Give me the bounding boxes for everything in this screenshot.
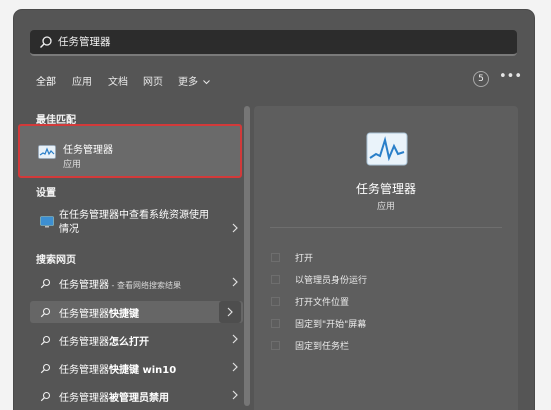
web-result-item[interactable]: 任务管理器被管理员禁用	[30, 385, 243, 407]
chevron-right-icon	[232, 334, 238, 344]
tab-apps[interactable]: 应用	[72, 73, 92, 88]
settings-heading: 设置	[36, 188, 56, 199]
folder-icon	[271, 297, 280, 306]
action-open-label: 打开	[295, 254, 314, 264]
tab-more[interactable]: 更多	[178, 73, 211, 88]
chevron-right-icon	[232, 277, 238, 287]
tab-documents[interactable]: 文档	[108, 73, 128, 88]
search-icon	[40, 36, 52, 48]
chevron-down-icon	[203, 79, 211, 84]
best-match-name: 任务管理器	[63, 145, 113, 156]
best-match-item[interactable]: 任务管理器 应用	[18, 124, 242, 178]
task-manager-icon	[366, 132, 408, 166]
web-result-label: 任务管理器被管理员禁用	[59, 393, 169, 404]
action-run-as-admin-label: 以管理员身份运行	[295, 276, 368, 286]
search-icon	[40, 335, 51, 346]
monitor-settings-icon	[40, 216, 54, 228]
tab-web[interactable]: 网页	[143, 73, 163, 88]
scrollbar-thumb[interactable]	[244, 106, 250, 406]
rewards-count-badge[interactable]: 5	[473, 71, 489, 87]
web-result-item[interactable]: 任务管理器 - 查看网络搜索结果	[30, 272, 243, 294]
search-query: 任务管理器	[58, 36, 111, 48]
ellipsis-icon[interactable]: •••	[499, 69, 522, 87]
search-icon	[40, 391, 51, 402]
tab-all[interactable]: 全部	[36, 73, 56, 88]
open-icon	[271, 253, 280, 262]
start-search-panel: 任务管理器 全部 应用 文档 网页 更多 5 ••• 最佳匹配 任务管理器 应用…	[14, 10, 534, 410]
search-icon	[40, 278, 51, 289]
pin-taskbar-icon	[271, 341, 280, 350]
detail-pane: 任务管理器 应用 打开 以管理员身份运行 打开文件位置 固定到"开始"屏幕 固定…	[254, 106, 518, 410]
action-open-file-location-label: 打开文件位置	[295, 298, 350, 308]
chevron-right-icon	[232, 390, 238, 400]
detail-subtitle: 应用	[376, 202, 395, 212]
web-result-item[interactable]: 任务管理器快捷键	[30, 301, 243, 323]
chevron-right-icon	[232, 362, 238, 372]
divider	[270, 227, 502, 228]
tab-more-label: 更多	[178, 77, 198, 88]
open-result-button[interactable]	[219, 301, 241, 323]
settings-item[interactable]: 在任务管理器中查看系统资源使用情况	[30, 207, 243, 247]
web-result-item[interactable]: 任务管理器怎么打开	[30, 329, 243, 351]
web-result-label: 任务管理器快捷键 win10	[59, 365, 177, 376]
chevron-right-icon	[232, 223, 238, 233]
action-pin-to-start-label: 固定到"开始"屏幕	[295, 320, 367, 330]
web-result-label: 任务管理器快捷键	[59, 309, 139, 320]
web-search-heading: 搜索网页	[36, 255, 76, 266]
task-manager-icon	[38, 145, 56, 159]
pin-start-icon	[271, 319, 280, 328]
web-result-label: 任务管理器 - 查看网络搜索结果	[59, 280, 181, 291]
search-icon	[40, 363, 51, 374]
chevron-right-icon	[227, 307, 233, 317]
web-result-label: 任务管理器怎么打开	[59, 337, 149, 348]
results-scrollbar[interactable]	[244, 106, 250, 406]
action-pin-to-taskbar-label: 固定到任务栏	[295, 342, 350, 352]
search-icon	[40, 307, 51, 318]
detail-title: 任务管理器	[355, 182, 416, 196]
web-result-item[interactable]: 任务管理器快捷键 win10	[30, 357, 243, 379]
run-as-admin-icon	[271, 275, 280, 284]
search-input[interactable]: 任务管理器	[30, 30, 517, 56]
best-match-type: 应用	[63, 160, 82, 170]
settings-item-label: 在任务管理器中查看系统资源使用情况	[59, 210, 209, 235]
